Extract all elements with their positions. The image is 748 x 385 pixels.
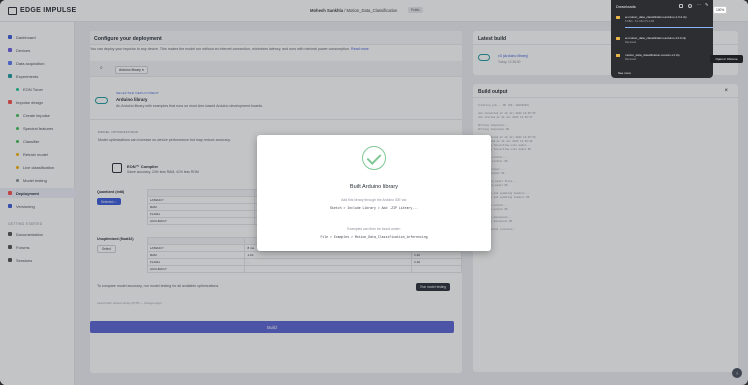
- app-window: EDGE IMPULSE Mohesh Sankhla / Motion_Dat…: [0, 0, 748, 385]
- folder-open-icon[interactable]: [679, 4, 683, 8]
- tooltip: Open in Chrome: [710, 55, 743, 63]
- download-name[interactable]: motion_data_classification-custom-v1.zip: [625, 53, 680, 57]
- modal-add-path: Sketch > Include Library > Add .ZIP Libr…: [330, 206, 418, 210]
- modal-examples-text: Examples can then be found under:: [347, 227, 401, 231]
- search-icon[interactable]: [688, 4, 692, 8]
- zoom-indicator[interactable]: 100%: [713, 6, 728, 14]
- see-more-link[interactable]: See more: [618, 71, 631, 75]
- modal-examples-path: File > Examples > Motion_Data_Classifica…: [320, 235, 428, 239]
- modal-title: Built Arduino library: [349, 184, 399, 190]
- download-name[interactable]: ei-motion_data_classification-arduino-1.…: [625, 15, 687, 19]
- download-status: Removed: [625, 58, 637, 61]
- success-check-icon: [362, 146, 386, 170]
- modal-add-text: Add this library through the Arduino IDE…: [341, 198, 407, 202]
- downloads-title: Downloads: [616, 4, 636, 9]
- folder-icon: [616, 37, 620, 40]
- download-name[interactable]: ei-motion_data_classification-arduino-14…: [625, 36, 686, 40]
- downloads-popup: Downloads ⋯ ✎ ei-motion_data_classificat…: [611, 0, 713, 78]
- build-success-modal: Built Arduino library Add this library t…: [257, 135, 491, 251]
- more-icon[interactable]: ⋯: [697, 2, 701, 7]
- folder-icon: [616, 54, 620, 57]
- download-status: 5 KB/s - 5.1 KB of 5.1 KB: [625, 20, 655, 23]
- download-status: Removed: [625, 41, 637, 44]
- folder-icon: [616, 16, 620, 19]
- pin-icon[interactable]: ✎: [705, 2, 709, 7]
- download-progress: [625, 27, 713, 28]
